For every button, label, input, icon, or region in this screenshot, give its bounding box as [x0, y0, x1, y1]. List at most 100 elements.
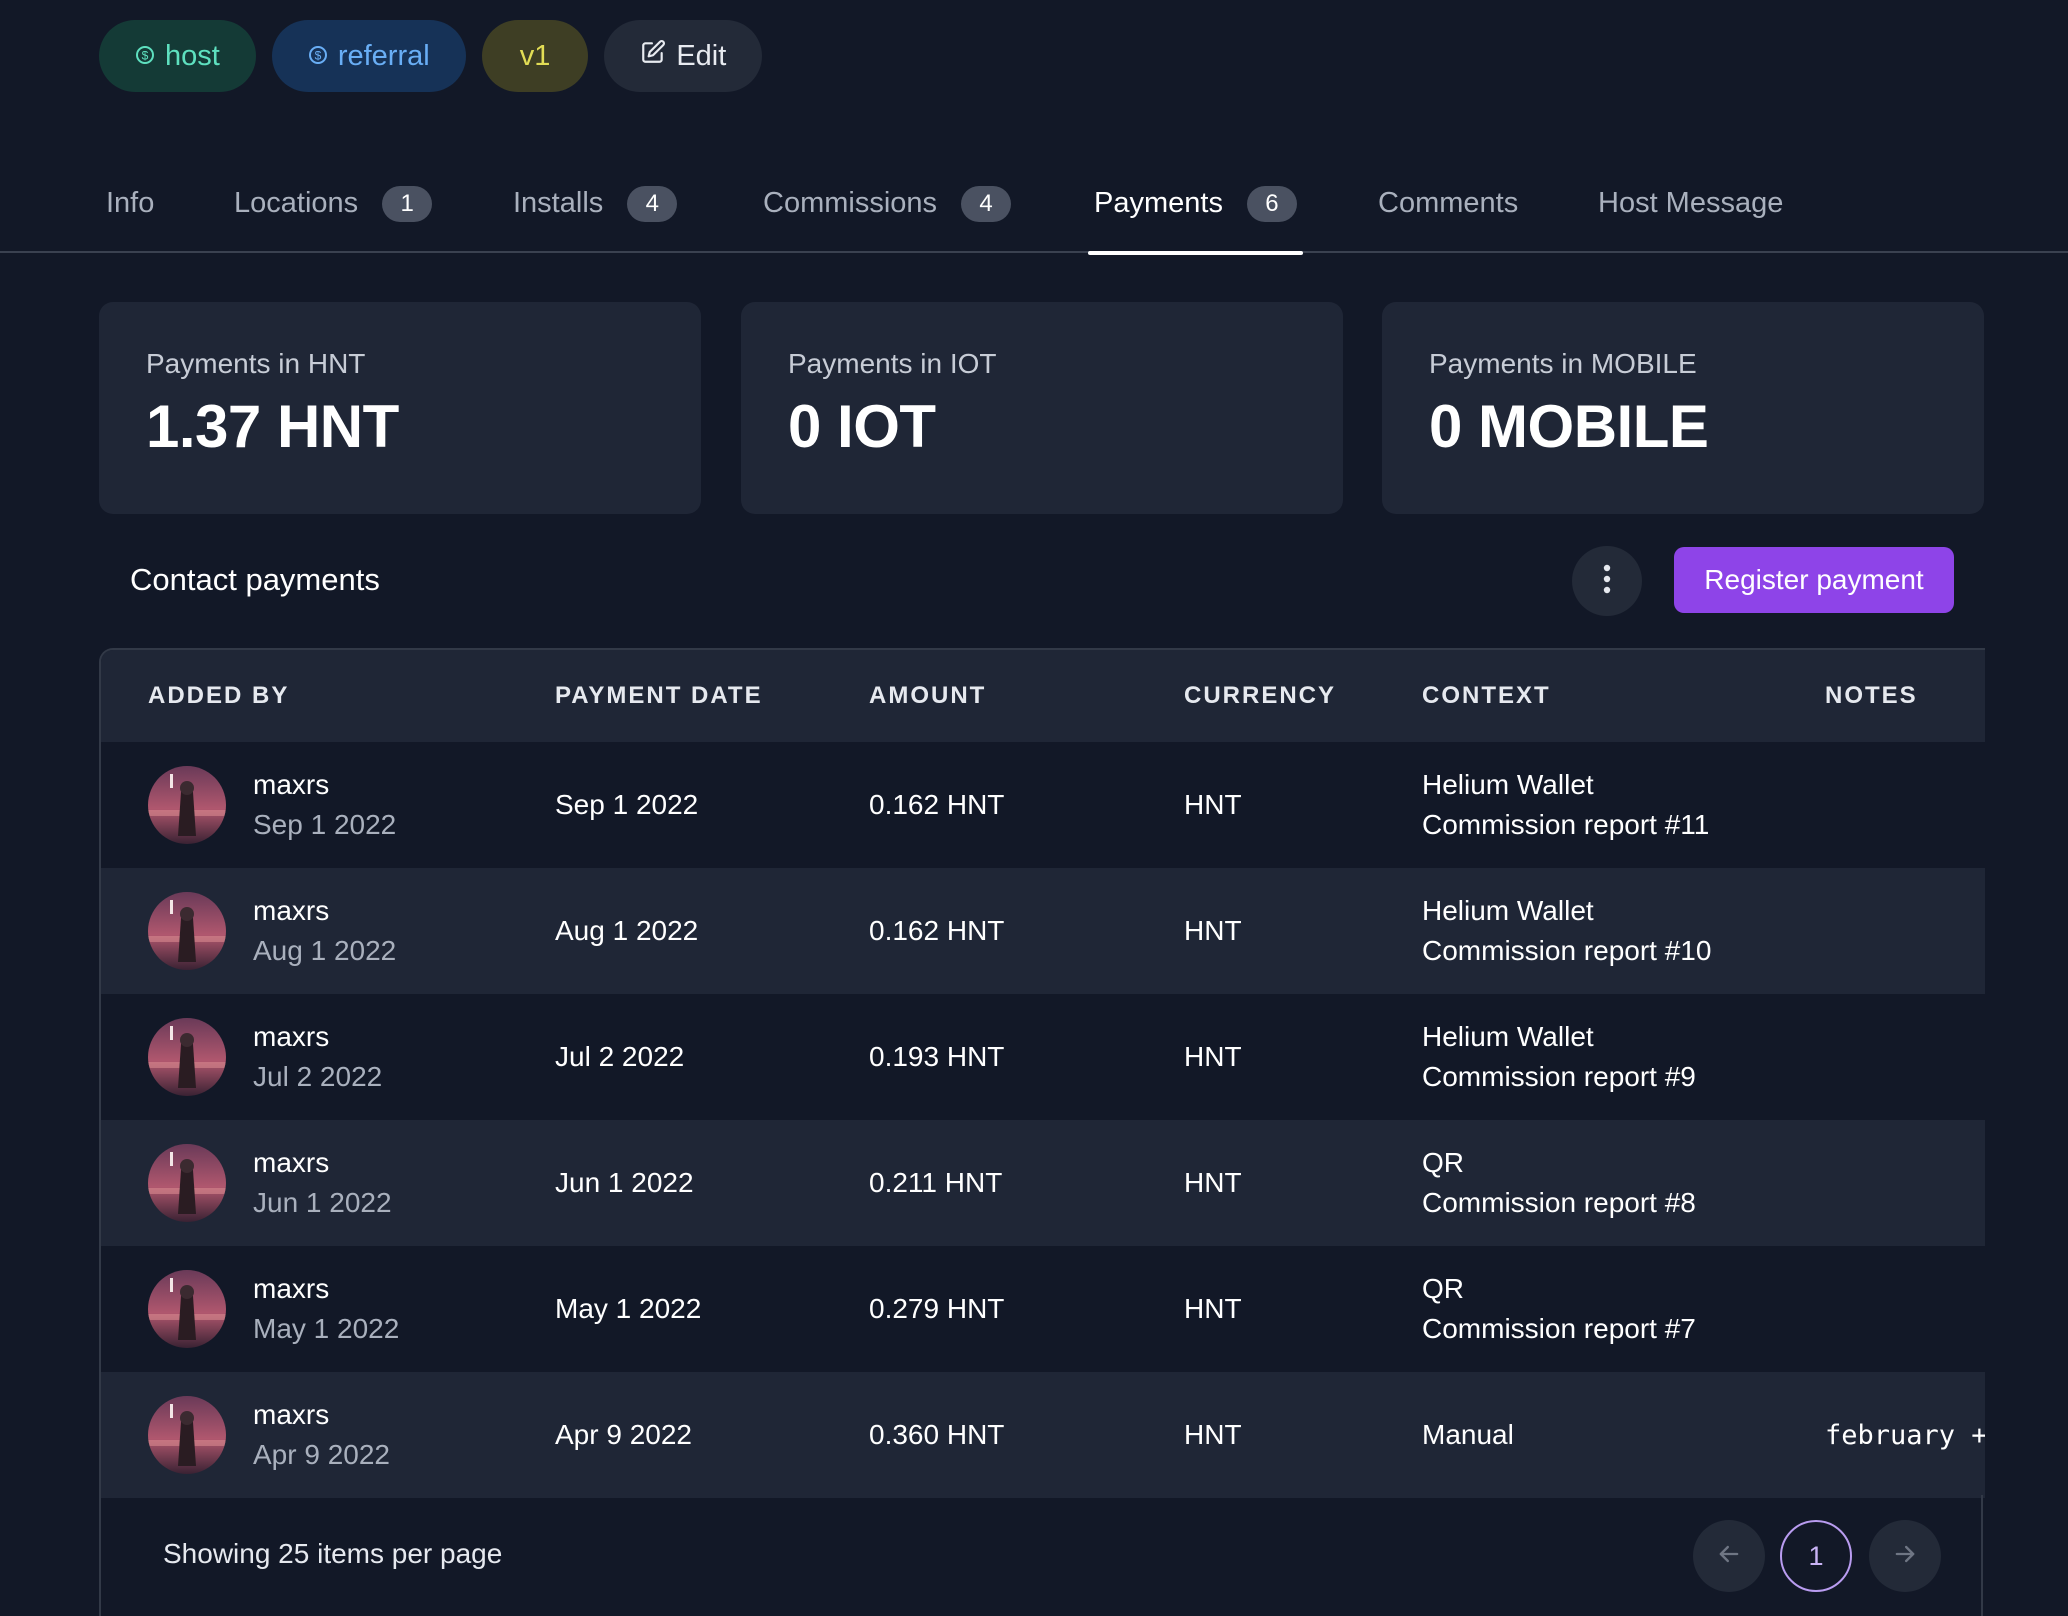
payments-page: $ host $ referral v1 Edit Info Locations…	[0, 0, 2068, 1616]
added-date: Sep 1 2022	[253, 809, 397, 840]
added-by-cell: maxrs Apr 9 2022	[253, 1372, 390, 1498]
context-report[interactable]: Commission report #7	[1422, 1309, 1696, 1349]
tab-comments[interactable]: Comments	[1378, 168, 1518, 253]
user-name[interactable]: maxrs	[253, 1269, 399, 1309]
payment-date-cell: Jun 1 2022	[555, 1167, 694, 1198]
register-payment-button[interactable]: Register payment	[1674, 547, 1954, 613]
version-tag-label: v1	[519, 39, 551, 72]
amount-cell: 0.193 HNT	[869, 1041, 1005, 1072]
tab-label: Locations	[234, 187, 359, 219]
table-row[interactable]: maxrs Jun 1 2022 Jun 1 2022 0.211 HNT HNT QR C…	[101, 1120, 1985, 1246]
table-row[interactable]: maxrs May 1 2022 May 1 2022 0.279 HNT HNT QR C…	[101, 1246, 1985, 1372]
user-name[interactable]: maxrs	[253, 1143, 392, 1183]
tab-label: Host Message	[1598, 187, 1784, 219]
stat-value: 1.37 HNT	[146, 393, 399, 460]
referral-tag[interactable]: $ referral	[271, 20, 466, 92]
amount-cell: 0.162 HNT	[869, 789, 1005, 820]
count-badge: 4	[961, 185, 1012, 222]
tab-label: Comments	[1378, 187, 1519, 219]
context-report[interactable]: Commission report #10	[1422, 931, 1711, 971]
column-header-amount[interactable]: AMOUNT	[869, 650, 986, 742]
coin-icon: $	[135, 40, 155, 73]
user-name[interactable]: maxrs	[253, 1017, 382, 1057]
context-source: Helium Wallet	[1422, 1021, 1594, 1052]
payment-date-cell: Aug 1 2022	[555, 915, 699, 946]
stat-label: Payments in MOBILE	[1429, 348, 1697, 379]
tab-host-message[interactable]: Host Message	[1598, 168, 1783, 253]
tab-info[interactable]: Info	[106, 168, 154, 253]
tab-locations[interactable]: Locations 1	[234, 168, 433, 253]
user-name[interactable]: maxrs	[253, 891, 396, 931]
payment-date-cell: Jul 2 2022	[555, 1041, 685, 1072]
context-cell: Helium Wallet Commission report #10	[1422, 868, 1711, 994]
user-name[interactable]: maxrs	[253, 1395, 390, 1435]
column-header-payment-date[interactable]: PAYMENT DATE	[555, 650, 763, 742]
added-date: Jul 2 2022	[253, 1061, 383, 1092]
table-row[interactable]: maxrs Apr 9 2022 Apr 9 2022 0.360 HNT HNT Man…	[101, 1372, 1985, 1498]
avatar	[148, 892, 226, 970]
context-source: Helium Wallet	[1422, 895, 1594, 926]
version-tag[interactable]: v1	[481, 20, 589, 92]
edit-icon	[640, 39, 666, 73]
avatar	[148, 1018, 226, 1096]
context-source: QR	[1422, 1273, 1464, 1304]
tab-label: Installs	[513, 187, 604, 219]
context-cell: Helium Wallet Commission report #9	[1422, 994, 1696, 1120]
page-number-button[interactable]: 1	[1780, 1520, 1852, 1592]
context-source: Helium Wallet	[1422, 769, 1594, 800]
context-cell: QR Commission report #7	[1422, 1246, 1696, 1372]
table-row[interactable]: maxrs Jul 2 2022 Jul 2 2022 0.193 HNT HNT Hel…	[101, 994, 1985, 1120]
host-tag-label: host	[165, 39, 220, 72]
svg-text:$: $	[314, 48, 321, 62]
context-cell: Manual	[1422, 1372, 1514, 1498]
context-report[interactable]: Commission report #9	[1422, 1057, 1696, 1097]
items-per-page-text: Showing 25 items per page	[163, 1538, 503, 1569]
tab-bar: Info Locations 1 Installs 4 Commissions …	[0, 168, 2068, 255]
amount-cell: 0.211 HNT	[869, 1167, 1003, 1198]
tab-installs[interactable]: Installs 4	[513, 168, 678, 253]
arrow-left-icon	[1715, 1540, 1743, 1573]
added-date: May 1 2022	[253, 1313, 400, 1344]
host-tag[interactable]: $ host	[99, 20, 256, 92]
table-right-border	[1981, 1495, 1983, 1616]
context-source: Manual	[1422, 1419, 1514, 1450]
user-name[interactable]: maxrs	[253, 765, 396, 805]
count-badge: 4	[627, 185, 678, 222]
notes-cell: february +	[1825, 1419, 1985, 1451]
more-options-button[interactable]	[1572, 546, 1642, 616]
stat-card-hnt: Payments in HNT 1.37 HNT	[99, 302, 701, 514]
context-report[interactable]: Commission report #8	[1422, 1183, 1696, 1223]
tab-label: Info	[106, 187, 155, 219]
context-cell: Helium Wallet Commission report #11	[1422, 742, 1709, 868]
added-by-cell: maxrs Aug 1 2022	[253, 868, 396, 994]
stat-value: 0 IOT	[788, 393, 936, 460]
tab-commissions[interactable]: Commissions 4	[763, 168, 1012, 253]
stat-card-iot: Payments in IOT 0 IOT	[741, 302, 1343, 514]
avatar	[148, 766, 226, 844]
currency-cell: HNT	[1184, 789, 1242, 820]
column-header-added-by[interactable]: ADDED BY	[148, 650, 289, 742]
table-row[interactable]: maxrs Sep 1 2022 Sep 1 2022 0.162 HNT HNT Hel…	[101, 742, 1985, 868]
arrow-right-icon	[1891, 1540, 1919, 1573]
tab-label: Payments	[1094, 187, 1223, 219]
table-header: ADDED BY PAYMENT DATE AMOUNT CURRENCY CO…	[101, 650, 1985, 742]
column-header-context[interactable]: CONTEXT	[1422, 650, 1551, 742]
stat-label: Payments in IOT	[788, 348, 997, 379]
context-cell: QR Commission report #8	[1422, 1120, 1696, 1246]
coin-icon: $	[308, 40, 328, 73]
next-page-button[interactable]	[1869, 1520, 1941, 1592]
stat-label: Payments in HNT	[146, 348, 366, 379]
added-date: Jun 1 2022	[253, 1187, 392, 1218]
column-header-currency[interactable]: CURRENCY	[1184, 650, 1336, 742]
amount-cell: 0.162 HNT	[869, 915, 1005, 946]
currency-cell: HNT	[1184, 1167, 1242, 1198]
edit-button[interactable]: Edit	[604, 20, 763, 92]
table-row[interactable]: maxrs Aug 1 2022 Aug 1 2022 0.162 HNT HNT Hel…	[101, 868, 1985, 994]
previous-page-button[interactable]	[1693, 1520, 1765, 1592]
avatar	[148, 1144, 226, 1222]
added-by-cell: maxrs Sep 1 2022	[253, 742, 396, 868]
payment-date-cell: Sep 1 2022	[555, 789, 699, 820]
column-header-notes[interactable]: NOTES	[1825, 650, 1918, 742]
context-report[interactable]: Commission report #11	[1422, 805, 1709, 845]
tab-payments[interactable]: Payments 6	[1088, 168, 1303, 255]
